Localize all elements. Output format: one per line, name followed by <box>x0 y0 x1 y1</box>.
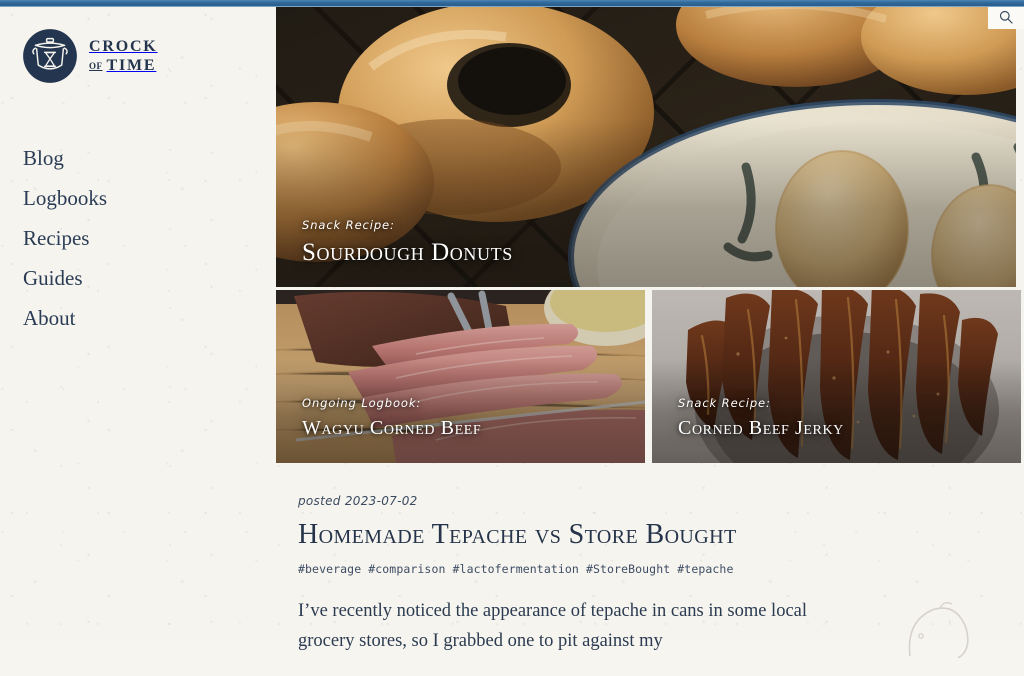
nav-item-blog[interactable]: Blog <box>23 138 107 178</box>
crock-hourglass-icon <box>22 28 78 84</box>
latest-post: posted 2023-07-02 Homemade Tepache vs St… <box>298 494 938 676</box>
logo-line-crock: CROCK <box>89 39 158 55</box>
feature-card-row: Ongoing Logbook: Wagyu Corned Beef <box>276 290 1024 463</box>
feature-card-hero[interactable]: Snack Recipe: Sourdough Donuts <box>276 7 1016 287</box>
main-navigation: Blog Logbooks Recipes Guides About <box>23 138 107 338</box>
featured-posts-grid: Snack Recipe: Sourdough Donuts <box>276 7 1024 463</box>
feature-card-corned-beef-jerky[interactable]: Snack Recipe: Corned Beef Jerky <box>652 290 1021 463</box>
logo-word-of: OF <box>89 62 103 71</box>
feature-card-wagyu-corned-beef[interactable]: Ongoing Logbook: Wagyu Corned Beef <box>276 290 645 463</box>
nav-item-logbooks[interactable]: Logbooks <box>23 178 107 218</box>
main-content: Snack Recipe: Sourdough Donuts <box>276 7 1024 640</box>
search-icon <box>999 10 1013 24</box>
logo-line-of-time: OF TIME <box>89 58 158 74</box>
sidebar: CROCK OF TIME Blog Logbooks Recipes Guid… <box>0 7 276 640</box>
card-title: Corned Beef Jerky <box>678 418 844 438</box>
post-excerpt: I’ve recently noticed the appearance of … <box>298 597 818 657</box>
logo-wordmark: CROCK OF TIME <box>89 39 158 74</box>
nav-item-guides[interactable]: Guides <box>23 258 107 298</box>
hero-kicker: Snack Recipe: <box>302 218 513 232</box>
logo-word-time: TIME <box>107 58 157 74</box>
card-kicker: Ongoing Logbook: <box>302 396 481 410</box>
card-kicker: Snack Recipe: <box>678 396 844 410</box>
browser-top-bar <box>0 0 1024 7</box>
hero-caption: Snack Recipe: Sourdough Donuts <box>302 218 513 265</box>
post-tags[interactable]: #beverage #comparison #lactofermentation… <box>298 562 938 576</box>
card-caption: Snack Recipe: Corned Beef Jerky <box>678 396 844 438</box>
post-date: posted 2023-07-02 <box>298 494 938 508</box>
post-title-link[interactable]: Homemade Tepache vs Store Bought <box>298 520 938 549</box>
nav-item-about[interactable]: About <box>23 298 107 338</box>
site-logo[interactable]: CROCK OF TIME <box>22 28 158 84</box>
hero-title: Sourdough Donuts <box>302 240 513 265</box>
card-caption: Ongoing Logbook: Wagyu Corned Beef <box>302 396 481 438</box>
nav-item-recipes[interactable]: Recipes <box>23 218 107 258</box>
card-title: Wagyu Corned Beef <box>302 418 481 438</box>
